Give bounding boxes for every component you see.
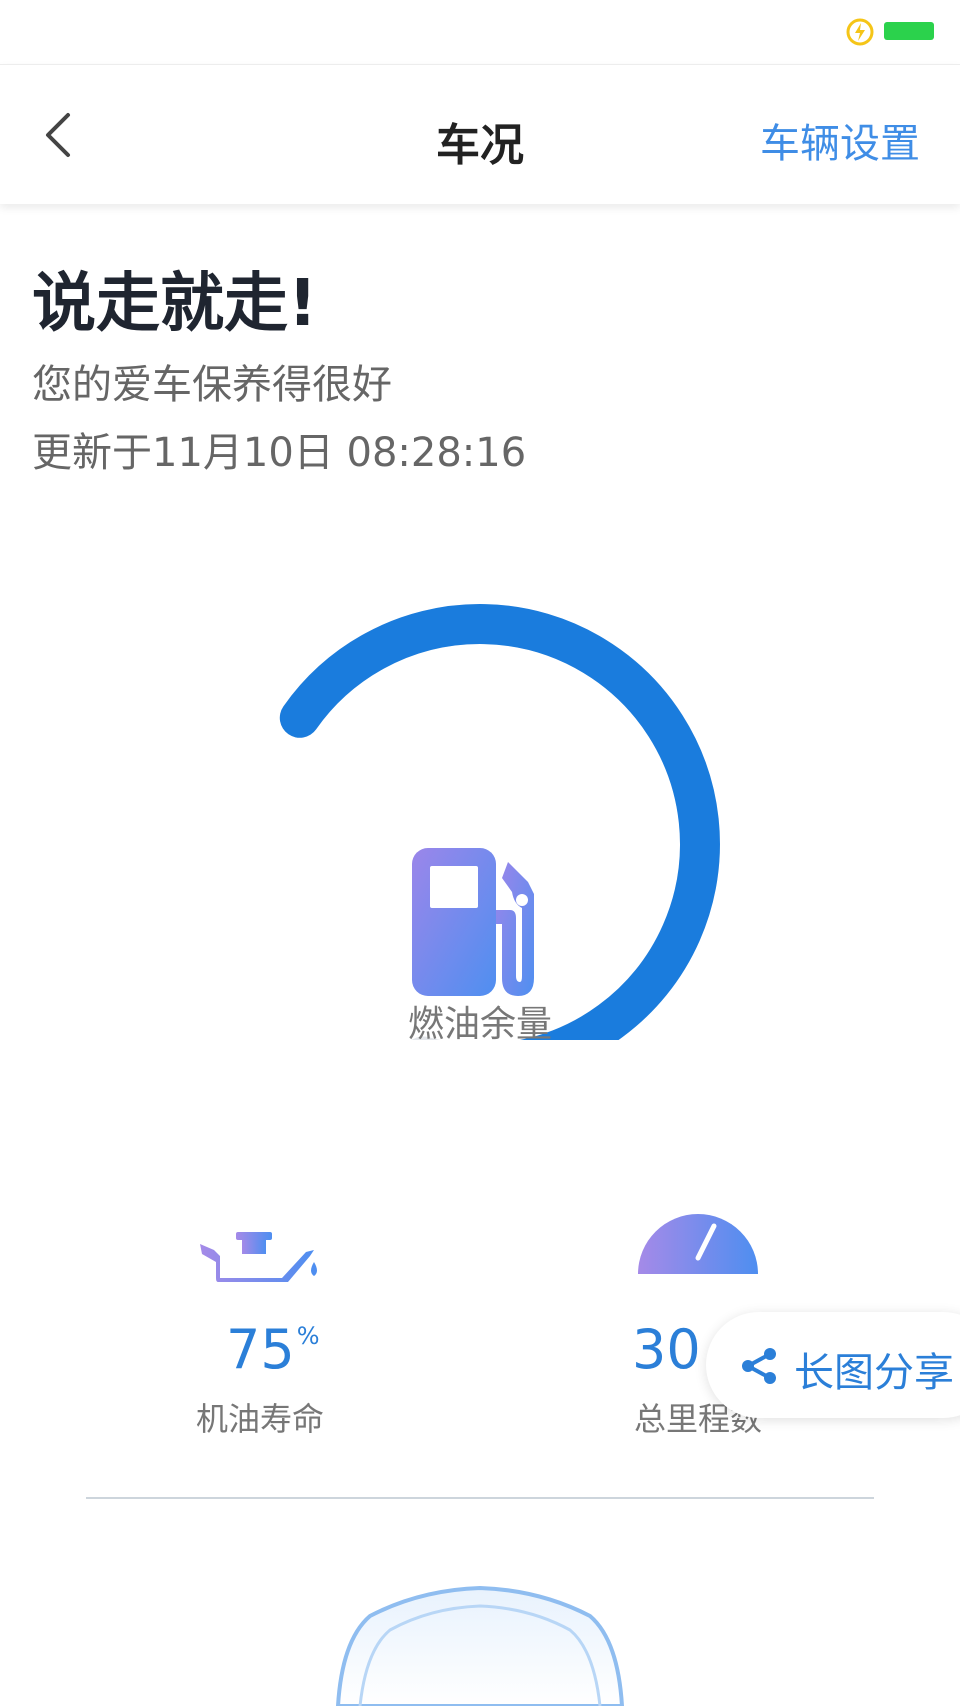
section-divider	[86, 1497, 874, 1499]
update-timestamp: 更新于11月10日 08:28:16	[32, 430, 527, 476]
car-top-view-image	[335, 1585, 625, 1706]
oil-life-value: 75%	[226, 1318, 320, 1381]
vehicle-status-screen: 车况 车辆设置 说走就走! 您的爱车保养得很好 更新于11月10日 08:28:…	[0, 0, 960, 1706]
odometer-value: 30	[632, 1318, 701, 1381]
oil-life-label: 机油寿命	[196, 1400, 325, 1438]
status-bar	[0, 0, 960, 64]
share-label: 长图分享	[794, 1350, 954, 1396]
headline: 说走就走!	[32, 267, 318, 341]
fuel-level-label: 燃油余量	[407, 1004, 552, 1045]
fuel-pump-icon	[412, 848, 534, 996]
condition-subtitle: 您的爱车保养得很好	[32, 362, 392, 408]
vehicle-settings-link[interactable]: 车辆设置	[760, 111, 920, 169]
lightning-icon	[846, 18, 874, 46]
share-long-image-button[interactable]: 长图分享	[706, 1312, 960, 1418]
battery-icon	[884, 22, 934, 40]
speedometer-icon	[638, 1214, 758, 1274]
gauge-fill	[279, 604, 720, 1040]
nav-bar: 车况 车辆设置	[0, 64, 960, 204]
percent-unit: %	[296, 1322, 320, 1350]
fuel-gauge	[279, 604, 720, 1040]
oil-can-icon	[200, 1232, 317, 1282]
share-icon	[742, 1348, 776, 1384]
oil-life-number: 75	[226, 1318, 295, 1381]
